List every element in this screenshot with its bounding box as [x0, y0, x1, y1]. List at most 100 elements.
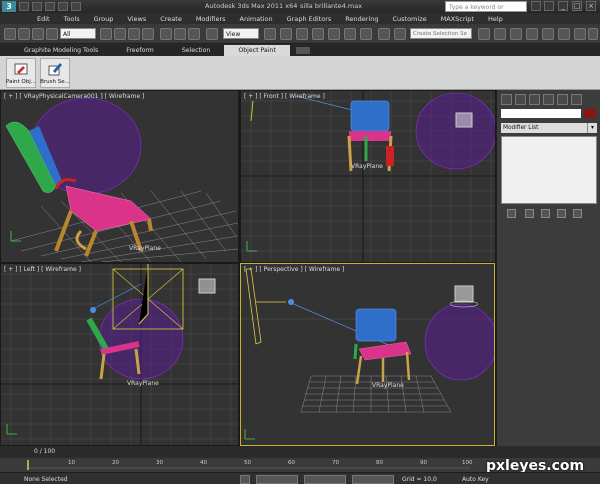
curve-editor-icon[interactable] — [526, 28, 538, 40]
angle-snap-icon[interactable] — [328, 28, 340, 40]
new-file-icon[interactable] — [19, 2, 29, 11]
viewport-camera[interactable]: [ + ] [ VRayPhysicalCamera001 ] [ Wirefr… — [1, 91, 238, 262]
scale-icon[interactable] — [188, 28, 200, 40]
show-end-result-icon[interactable] — [525, 209, 534, 218]
viewport-label[interactable]: [ + ] [ Front ] [ Wireframe ] — [244, 93, 325, 100]
keyboard-shortcut-icon[interactable] — [296, 28, 308, 40]
time-slider[interactable]: 0 / 100 — [0, 446, 600, 458]
save-file-icon[interactable] — [45, 2, 55, 11]
reference-coordinate-dropdown[interactable]: View — [223, 28, 259, 39]
window-crossing-icon[interactable] — [142, 28, 154, 40]
open-file-icon[interactable] — [32, 2, 42, 11]
tab-freeform[interactable]: Freeform — [112, 45, 168, 56]
render-teapot-icon[interactable] — [588, 28, 598, 40]
modifier-list-dropdown[interactable]: Modifier List — [501, 123, 587, 133]
viewport-label[interactable]: [ + ] [ Left ] [ Wireframe ] — [4, 266, 81, 273]
menu-tools[interactable]: Tools — [57, 15, 87, 23]
menu-rendering[interactable]: Rendering — [338, 15, 385, 23]
rotate-icon[interactable] — [174, 28, 186, 40]
menu-edit[interactable]: Edit — [30, 15, 57, 23]
display-tab-icon[interactable] — [557, 94, 568, 105]
spinner-snap-icon[interactable] — [360, 28, 372, 40]
minimize-button[interactable]: _ — [558, 1, 568, 11]
menu-customize[interactable]: Customize — [385, 15, 433, 23]
motion-tab-icon[interactable] — [543, 94, 554, 105]
layer-manager-icon[interactable] — [494, 28, 506, 40]
file-name: silla brillante4.max — [300, 2, 363, 10]
viewport-left[interactable]: [ + ] [ Left ] [ Wireframe ] VRayPlane — [1, 264, 238, 445]
object-color-swatch[interactable] — [584, 109, 596, 118]
chevron-down-icon[interactable]: ▾ — [587, 123, 597, 133]
modify-tab-icon[interactable] — [515, 94, 526, 105]
frame-counter: 0 / 100 — [34, 448, 56, 455]
mirror-icon[interactable] — [394, 28, 406, 40]
hierarchy-tab-icon[interactable] — [529, 94, 540, 105]
undo-icon[interactable] — [58, 2, 68, 11]
y-coordinate-field[interactable] — [304, 475, 346, 484]
search-input[interactable]: Type a keyword or phrase — [445, 1, 527, 22]
modifier-stack[interactable] — [501, 136, 597, 204]
select-by-name-icon[interactable] — [114, 28, 126, 40]
viewport-perspective[interactable]: [ + ] [ Perspective ] [ Wireframe ] VRay… — [240, 263, 495, 446]
tab-selection[interactable]: Selection — [168, 45, 225, 56]
z-coordinate-field[interactable] — [352, 475, 394, 484]
auto-key-button[interactable]: Auto Key — [462, 476, 489, 483]
configure-modifier-sets-icon[interactable] — [573, 209, 582, 218]
object-name-field[interactable] — [501, 109, 581, 118]
menu-animation[interactable]: Animation — [233, 15, 280, 23]
selection-filter-dropdown[interactable]: All — [60, 28, 96, 39]
named-selection-set-dropdown[interactable]: Create Selection Se — [410, 28, 472, 39]
viewport-front[interactable]: [ + ] [ Front ] [ Wireframe ] VRayPlane — [241, 91, 495, 262]
move-icon[interactable] — [160, 28, 172, 40]
percent-snap-icon[interactable] — [344, 28, 356, 40]
viewport-label[interactable]: [ + ] [ VRayPhysicalCamera001 ] [ Wirefr… — [4, 93, 144, 100]
redo-icon[interactable] — [71, 2, 81, 11]
select-manipulate-icon[interactable] — [280, 28, 292, 40]
front-viewport-scene — [241, 91, 495, 262]
create-tab-icon[interactable] — [501, 94, 512, 105]
maximize-button[interactable]: □ — [572, 1, 582, 11]
tick-label: 90 — [420, 460, 427, 466]
snaps-toggle-icon[interactable] — [312, 28, 324, 40]
undo-tool-icon[interactable] — [4, 28, 16, 40]
tab-graphite-modeling[interactable]: Graphite Modeling Tools — [10, 45, 112, 56]
remove-modifier-icon[interactable] — [557, 209, 566, 218]
paint-objects-icon — [14, 63, 28, 75]
make-unique-icon[interactable] — [541, 209, 550, 218]
edit-named-selection-icon[interactable] — [378, 28, 390, 40]
utilities-tab-icon[interactable] — [571, 94, 582, 105]
binoculars-icon[interactable] — [531, 1, 541, 11]
menu-group[interactable]: Group — [87, 15, 121, 23]
pivot-center-icon[interactable] — [264, 28, 276, 40]
redo-tool-icon[interactable] — [18, 28, 30, 40]
menu-graph-editors[interactable]: Graph Editors — [280, 15, 339, 23]
link-icon[interactable] — [32, 28, 44, 40]
menu-maxscript[interactable]: MAXScript — [434, 15, 481, 23]
tick-label: 50 — [244, 460, 251, 466]
help-icon[interactable] — [544, 1, 554, 11]
align-icon[interactable] — [478, 28, 490, 40]
material-editor-icon[interactable] — [542, 28, 554, 40]
select-object-icon[interactable] — [100, 28, 112, 40]
ribbon-options-icon[interactable] — [295, 47, 310, 54]
viewport-label[interactable]: [ + ] [ Perspective ] [ Wireframe ] — [244, 266, 344, 273]
render-setup-icon[interactable] — [558, 28, 570, 40]
menu-views[interactable]: Views — [120, 15, 153, 23]
selection-region-icon[interactable] — [128, 28, 140, 40]
graphite-toggle-icon[interactable] — [510, 28, 522, 40]
rendered-frame-icon[interactable] — [574, 28, 586, 40]
close-button[interactable]: × — [586, 1, 596, 11]
x-coordinate-field[interactable] — [256, 475, 298, 484]
tick-label: 60 — [288, 460, 295, 466]
app-logo-icon[interactable]: 3 — [2, 1, 16, 12]
reference-coord-icon[interactable] — [206, 28, 218, 40]
unlink-icon[interactable] — [46, 28, 58, 40]
pin-stack-icon[interactable] — [507, 209, 516, 218]
brush-settings-button[interactable]: Brush Se... — [40, 58, 70, 88]
menu-create[interactable]: Create — [153, 15, 189, 23]
menu-help[interactable]: Help — [481, 15, 510, 23]
tab-object-paint[interactable]: Object Paint — [224, 45, 290, 56]
menu-modifiers[interactable]: Modifiers — [189, 15, 233, 23]
lock-selection-icon[interactable] — [240, 475, 250, 484]
paint-objects-button[interactable]: Paint Obj... — [6, 58, 36, 88]
